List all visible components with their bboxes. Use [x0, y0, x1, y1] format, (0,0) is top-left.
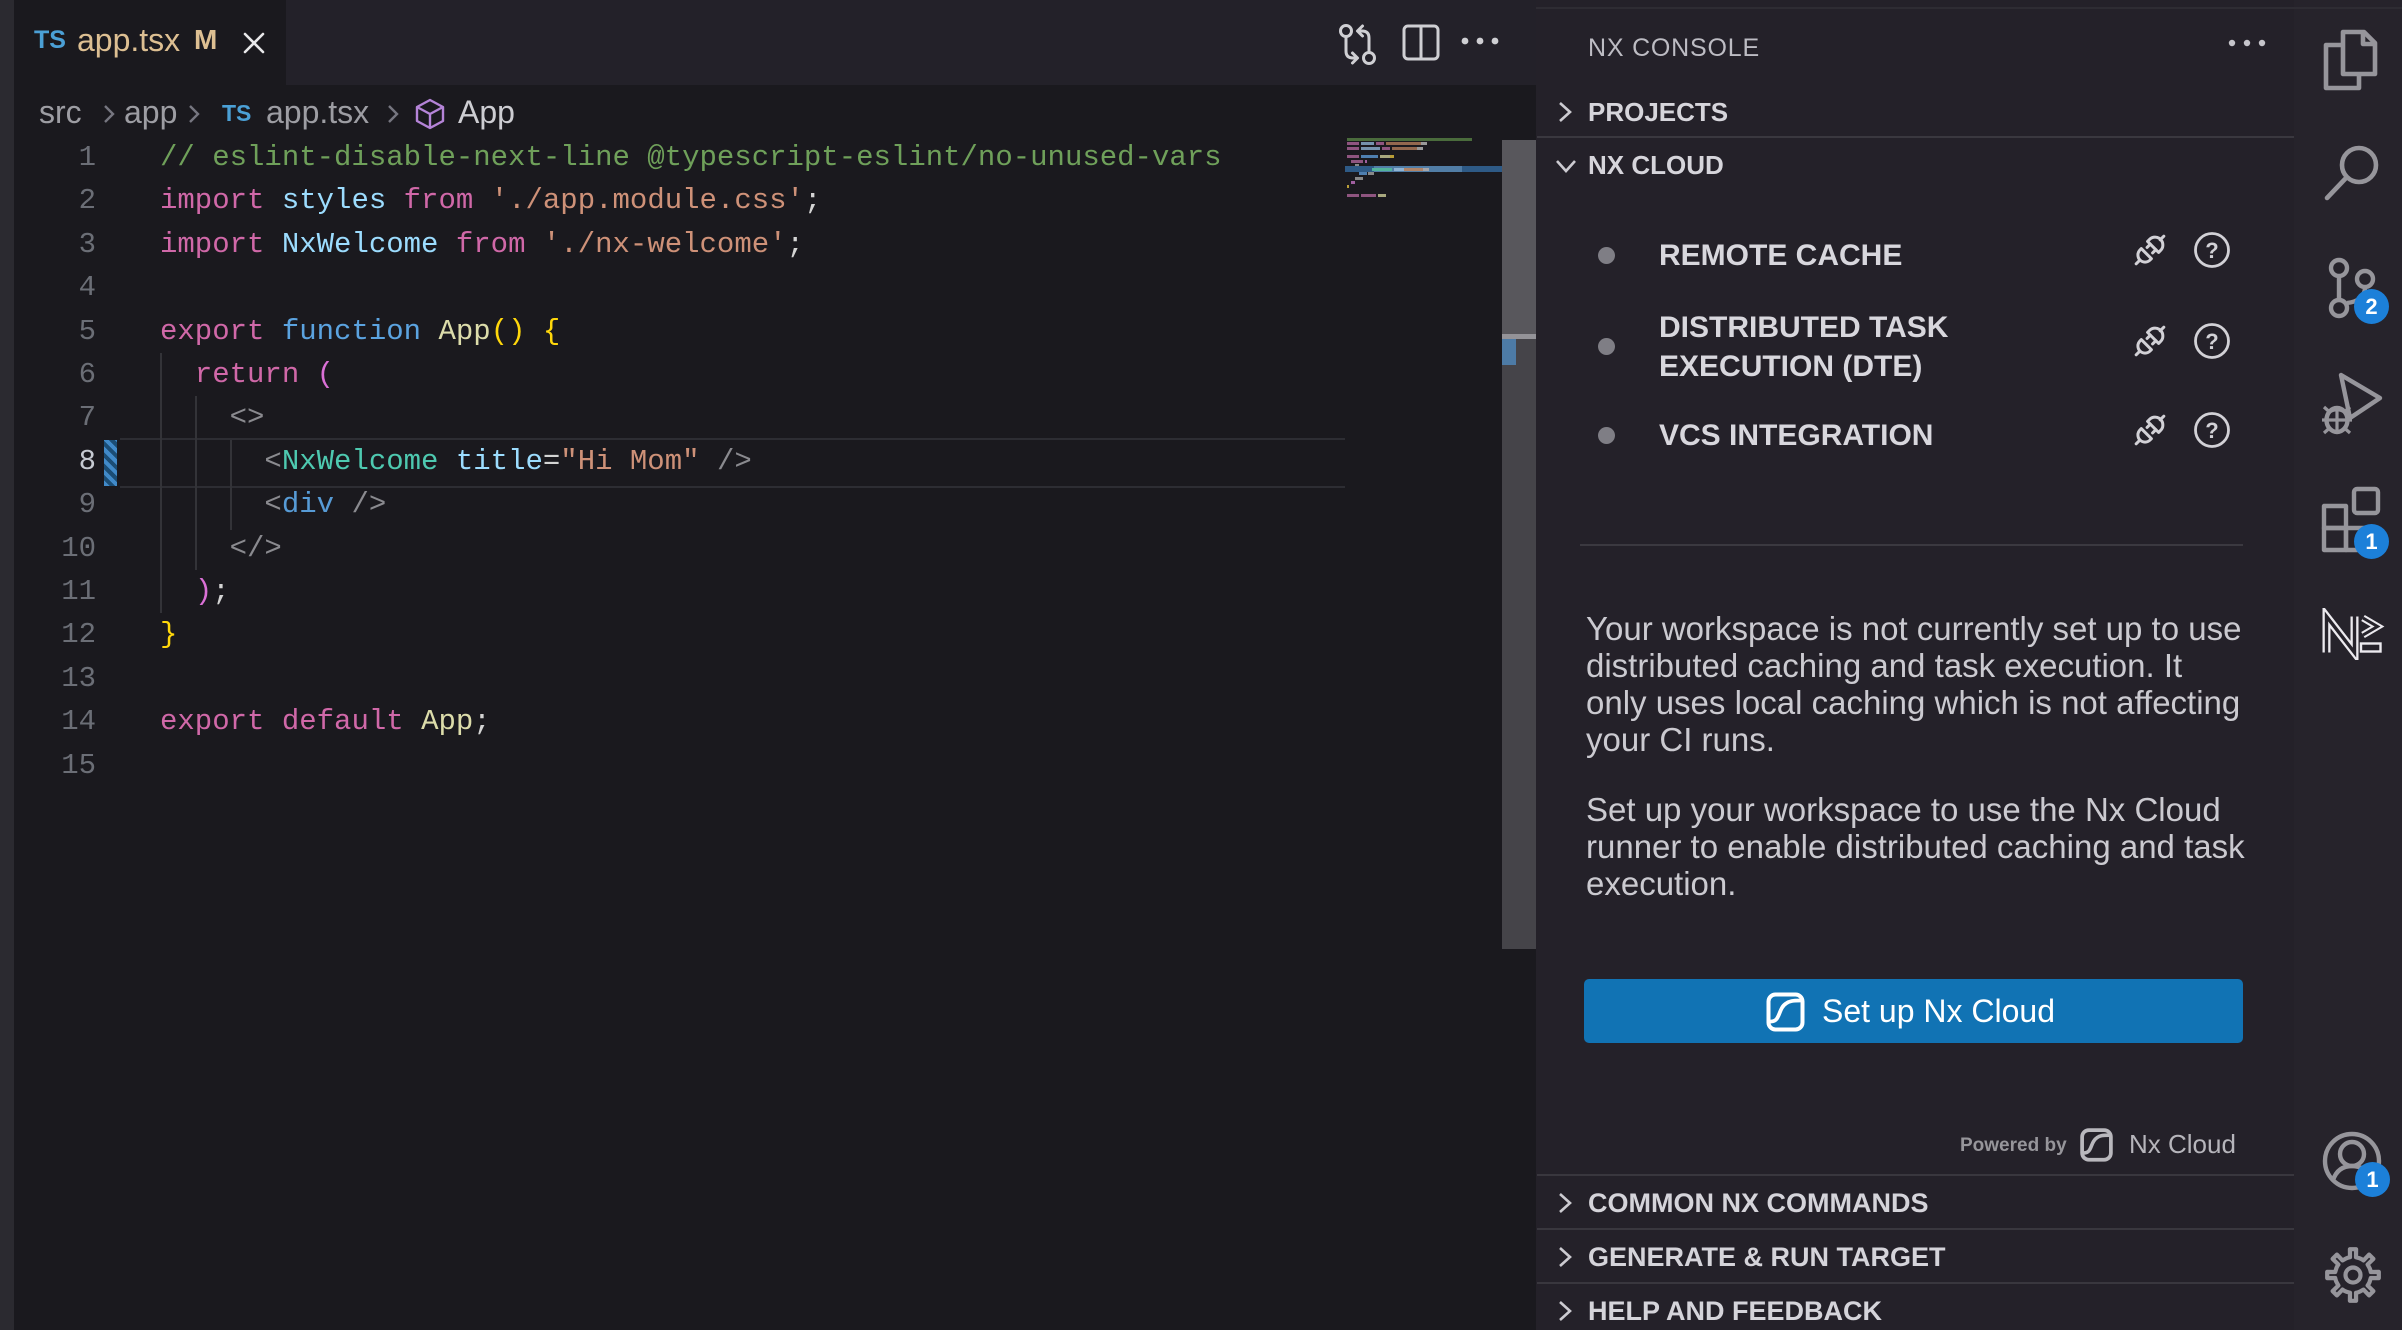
svg-text:?: ? — [2205, 329, 2218, 354]
svg-text:?: ? — [2205, 238, 2218, 263]
svg-text:?: ? — [2205, 418, 2218, 443]
